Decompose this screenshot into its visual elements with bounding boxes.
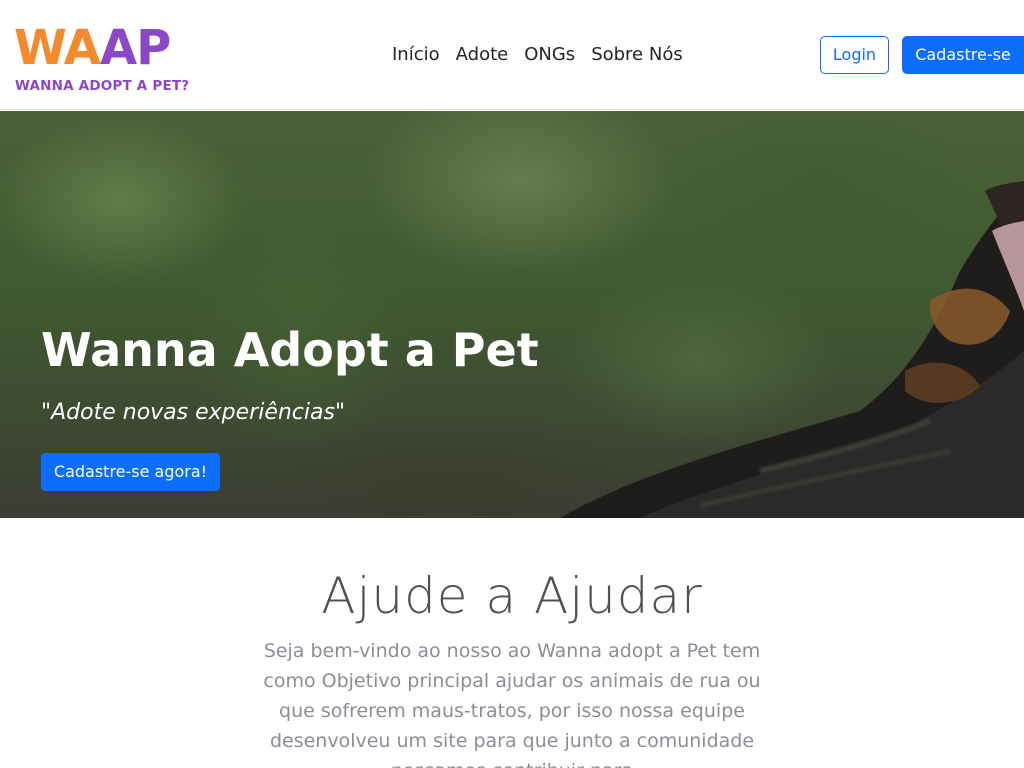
about-text: Seja bem-vindo ao nosso ao Wanna adopt a…	[263, 640, 761, 768]
navbar: WAAP WANNA ADOPT A PET? Início Adote ONG…	[0, 0, 1024, 110]
hero-quote-close: "	[334, 400, 346, 425]
logo-tagline: WANNA ADOPT A PET?	[15, 78, 190, 94]
hero-banner: Wanna Adopt a Pet "Adote novas experiênc…	[0, 111, 1024, 518]
nav-link-sobre-nos[interactable]: Sobre Nós	[583, 42, 691, 68]
nav-link-ongs[interactable]: ONGs	[516, 42, 583, 68]
signup-button[interactable]: Cadastre-se	[902, 36, 1024, 74]
hero-title: Wanna Adopt a Pet	[41, 323, 539, 377]
hero-quote: "Adote novas experiências"	[41, 398, 345, 428]
hero-signup-button[interactable]: Cadastre-se agora!	[41, 453, 220, 491]
login-button[interactable]: Login	[820, 36, 889, 74]
logo-wordmark: WAAP	[14, 20, 171, 76]
nav-link-inicio[interactable]: Início	[384, 42, 448, 68]
nav-link-adote[interactable]: Adote	[448, 42, 517, 68]
hero-quote-text: Adote novas experiências	[51, 400, 335, 425]
about-title: Ajude a Ajudar	[321, 567, 703, 625]
main-nav: Início Adote ONGs Sobre Nós	[384, 42, 691, 68]
logo-wordmark-part2: AP	[99, 20, 171, 76]
brand-logo[interactable]: WAAP WANNA ADOPT A PET?	[14, 20, 189, 98]
logo-wordmark-part1: WA	[14, 20, 101, 76]
hero-quote-open: "	[41, 400, 52, 425]
